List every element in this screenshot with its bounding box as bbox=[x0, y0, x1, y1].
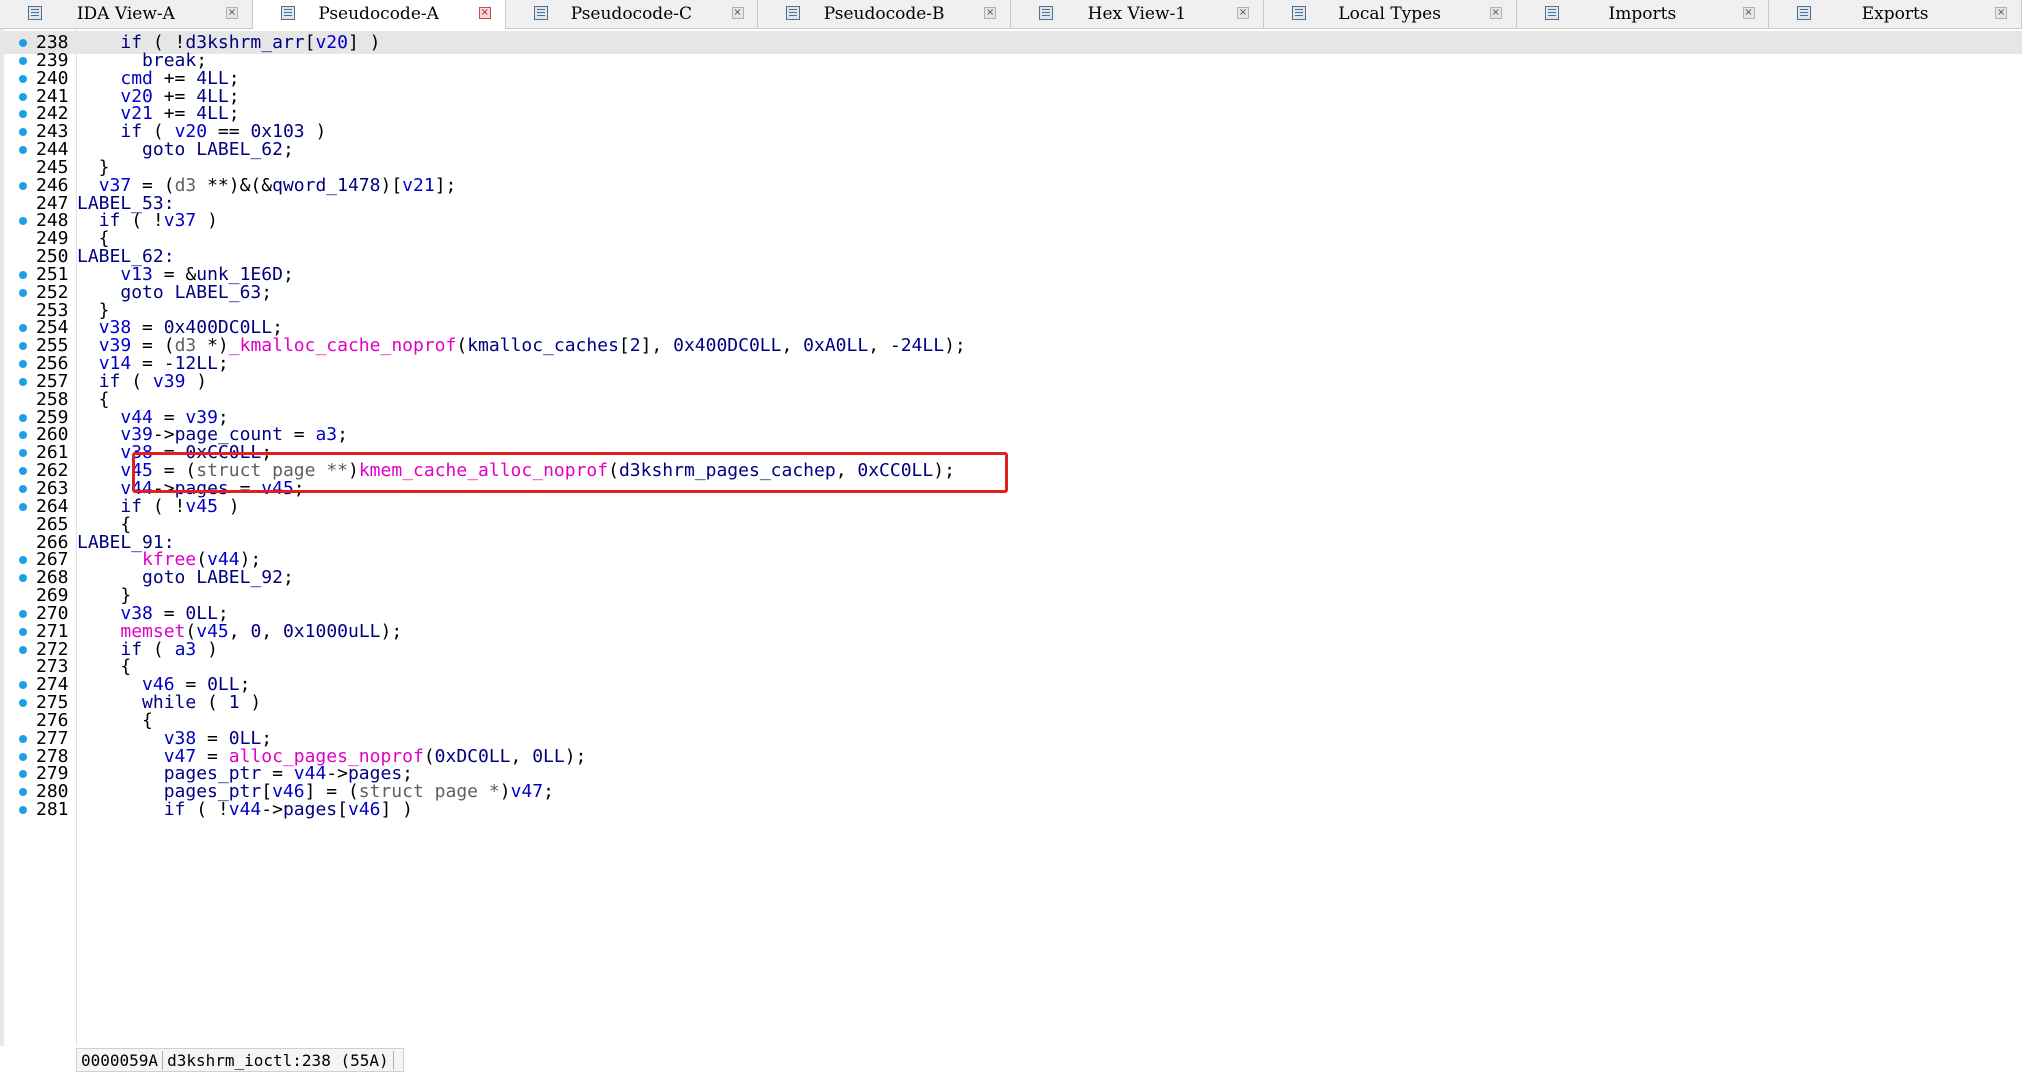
breakpoint-dot-icon[interactable] bbox=[19, 502, 27, 511]
tab-bar: IDA View-A × Pseudocode-A × Pseudocode-C × Pse… bbox=[0, 0, 2022, 29]
tab-pseudocode-c[interactable]: Pseudocode-C × bbox=[506, 0, 759, 28]
breakpoint-dot-icon[interactable] bbox=[19, 788, 27, 797]
code-line[interactable]: 281 if ( !v44->pages[v46] ) bbox=[0, 798, 2022, 821]
breakpoint-dot-icon[interactable] bbox=[19, 413, 27, 422]
breakpoint-dot-icon[interactable] bbox=[19, 39, 27, 47]
breakpoint-dot-icon[interactable] bbox=[19, 449, 27, 458]
breakpoint-dot-icon[interactable] bbox=[19, 74, 27, 83]
breakpoint-dot-icon[interactable] bbox=[19, 752, 27, 761]
close-tab-icon[interactable]: × bbox=[1237, 7, 1249, 19]
tab-pseudocode-b[interactable]: Pseudocode-B × bbox=[758, 0, 1011, 28]
breakpoint-dot-icon[interactable] bbox=[19, 734, 27, 743]
tab-label: Pseudocode-C bbox=[570, 4, 693, 24]
tab-local-types[interactable]: Local Types × bbox=[1264, 0, 1517, 28]
close-tab-icon[interactable]: × bbox=[731, 7, 744, 19]
breakpoint-dot-icon[interactable] bbox=[19, 681, 27, 690]
close-tab-icon[interactable]: × bbox=[1489, 7, 1502, 19]
breakpoint-dot-icon[interactable] bbox=[19, 431, 27, 440]
tab-label: Pseudocode-B bbox=[823, 4, 945, 24]
tab-exports[interactable]: Exports × bbox=[1769, 0, 2022, 28]
breakpoint-dot-icon[interactable] bbox=[19, 146, 27, 155]
highlight-box bbox=[132, 452, 1008, 494]
status-bar: 0000059A d3kshrm_ioctl:238 (55A) bbox=[0, 1046, 2022, 1074]
breakpoint-dot-icon[interactable] bbox=[19, 770, 27, 779]
tab-imports[interactable]: Imports × bbox=[1517, 0, 1770, 28]
close-tab-icon[interactable]: × bbox=[1995, 7, 2008, 19]
breakpoint-dot-icon[interactable] bbox=[19, 806, 27, 815]
breakpoint-dot-icon[interactable] bbox=[19, 128, 27, 137]
breakpoint-dot-icon[interactable] bbox=[19, 485, 27, 493]
close-tab-icon[interactable]: × bbox=[1742, 7, 1755, 19]
status-bar-fields: 0000059A d3kshrm_ioctl:238 (55A) bbox=[76, 1048, 404, 1072]
tab-label: IDA View-A bbox=[76, 4, 175, 24]
breakpoint-dot-icon[interactable] bbox=[19, 324, 27, 333]
breakpoint-dot-icon[interactable] bbox=[19, 574, 27, 583]
breakpoint-dot-icon[interactable] bbox=[19, 92, 27, 101]
breakpoint-dot-icon[interactable] bbox=[19, 110, 27, 119]
code-text[interactable]: if ( !v44->pages[v46] ) bbox=[77, 799, 413, 821]
tab-ida-view-a[interactable]: IDA View-A × bbox=[0, 0, 253, 28]
line-number: 281 bbox=[36, 799, 69, 821]
tab-pseudocode-a[interactable]: Pseudocode-A × bbox=[252, 0, 506, 29]
breakpoint-dot-icon[interactable] bbox=[19, 556, 27, 565]
tab-label: Imports bbox=[1608, 4, 1677, 24]
breakpoint-dot-icon[interactable] bbox=[19, 627, 27, 636]
status-location: d3kshrm_ioctl:238 (55A) bbox=[163, 1050, 394, 1070]
breakpoint-dot-icon[interactable] bbox=[19, 342, 27, 351]
close-tab-icon[interactable]: × bbox=[984, 7, 997, 19]
close-tab-icon[interactable]: × bbox=[226, 7, 238, 19]
breakpoint-dot-icon[interactable] bbox=[19, 377, 27, 386]
tab-label: Exports bbox=[1861, 4, 1929, 24]
breakpoint-dot-icon[interactable] bbox=[19, 467, 27, 476]
breakpoint-dot-icon[interactable] bbox=[19, 360, 27, 369]
breakpoint-dot-icon[interactable] bbox=[19, 288, 27, 297]
breakpoint-dot-icon[interactable] bbox=[19, 56, 27, 65]
breakpoint-dot-icon[interactable] bbox=[19, 645, 27, 654]
tab-label: Hex View-1 bbox=[1087, 4, 1187, 24]
close-tab-icon[interactable]: × bbox=[478, 7, 491, 19]
breakpoint-dot-icon[interactable] bbox=[19, 217, 27, 226]
breakpoint-dot-icon[interactable] bbox=[19, 181, 27, 190]
tab-hex-view-1[interactable]: Hex View-1 × bbox=[1011, 0, 1264, 28]
breakpoint-dot-icon[interactable] bbox=[19, 699, 27, 708]
pseudocode-editor[interactable]: 238 if ( !d3kshrm_arr[v20] ) 239 break; 24… bbox=[0, 29, 2022, 1046]
breakpoint-dot-icon[interactable] bbox=[19, 609, 27, 618]
tab-label: Local Types bbox=[1338, 4, 1441, 24]
breakpoint-dot-icon[interactable] bbox=[19, 270, 27, 279]
status-address: 0000059A bbox=[77, 1050, 164, 1070]
tab-label: Pseudocode-A bbox=[318, 4, 439, 24]
